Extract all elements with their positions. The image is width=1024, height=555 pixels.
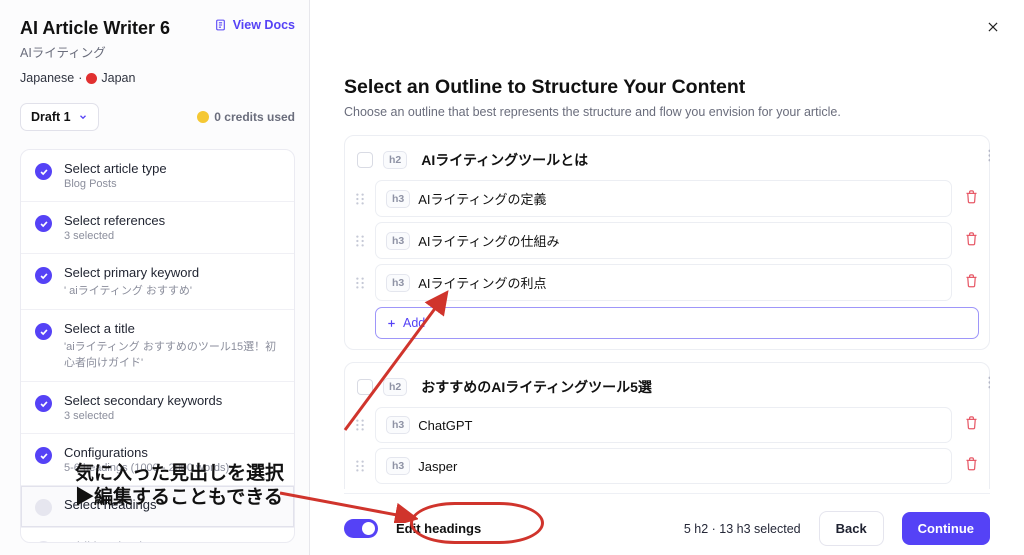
app-title: AI Article Writer 6 [20, 18, 170, 39]
coin-icon [197, 111, 209, 123]
h3-row[interactable]: h3 Jasper [375, 448, 952, 484]
locale-separator: · [78, 71, 82, 85]
h3-heading: ChatGPT [418, 418, 472, 433]
step-title: Additional enhancements [64, 539, 210, 543]
h3-row[interactable]: h3 AIライティングの仕組み [375, 222, 952, 259]
credits-label: 0 credits used [214, 110, 295, 124]
step-title: Select secondary keywords [64, 393, 222, 408]
step-2[interactable]: Select primary keyword ' aiライティング おすすめ' [21, 254, 294, 310]
step-done-icon [35, 395, 52, 412]
sidebar: AI Article Writer 6 AIライティング Japanese · … [0, 0, 310, 555]
step-subtitle: 'aiライティング おすすめのツール15選！初心者向けガイド' [64, 338, 280, 370]
outline-card: h2おすすめのAIライティングツール5選h3ChatGPTh3Jasperh3R… [344, 362, 990, 489]
step-6[interactable]: Select headings [21, 486, 294, 528]
h2-checkbox[interactable] [357, 379, 373, 395]
h2-heading[interactable]: おすすめのAIライティングツール5選 [421, 377, 652, 397]
step-done-icon [35, 215, 52, 232]
h3-tag: h3 [386, 232, 410, 250]
step-subtitle: 3 selected [64, 410, 222, 422]
step-pending-icon [35, 499, 52, 516]
add-heading-button[interactable]: Add [375, 307, 979, 339]
outline-list: h2 AIライティングツールとは h3 AIライティングの定義 h3 AIライティングの仕… [344, 135, 990, 489]
drag-handle-icon[interactable] [985, 375, 990, 395]
step-title: Select a title [64, 321, 280, 336]
view-docs-link[interactable]: View Docs [214, 18, 295, 32]
japan-flag-icon [86, 73, 97, 84]
step-5[interactable]: Configurations 5-6 headings (1000 - 2000 … [21, 434, 294, 486]
step-3[interactable]: Select a title 'aiライティング おすすめのツール15選！初心者向… [21, 310, 294, 382]
drag-handle-icon[interactable] [355, 276, 367, 290]
outline-card: h2 AIライティングツールとは h3 AIライティングの定義 h3 AIライティングの仕… [344, 135, 990, 350]
step-4[interactable]: Select secondary keywords 3 selected [21, 382, 294, 434]
h3-heading: AIライティングの利点 [418, 273, 546, 292]
edit-headings-label: Edit headings [396, 521, 481, 536]
h3-tag: h3 [386, 190, 410, 208]
chevron-down-icon [78, 112, 88, 122]
delete-heading-button[interactable] [964, 231, 979, 251]
step-subtitle: Blog Posts [64, 178, 167, 190]
language-label: Japanese [20, 71, 74, 85]
step-pending-icon [35, 541, 52, 543]
locale-row: Japanese · Japan [20, 71, 170, 85]
step-0[interactable]: Select article type Blog Posts [21, 150, 294, 202]
step-done-icon [35, 323, 52, 340]
step-title: Select headings [64, 497, 157, 512]
drag-handle-icon[interactable] [985, 148, 990, 168]
step-title: Configurations [64, 445, 229, 460]
h3-row[interactable]: h3 ChatGPT [375, 407, 952, 443]
selection-counter: 5 h2 · 13 h3 selected [684, 522, 801, 536]
delete-heading-button[interactable] [964, 415, 979, 435]
main-panel: Select an Outline to Structure Your Cont… [310, 0, 1024, 555]
delete-heading-button[interactable] [964, 273, 979, 293]
close-icon [986, 20, 1000, 34]
step-done-icon [35, 267, 52, 284]
h3-heading: AIライティングの仕組み [418, 231, 559, 250]
drag-handle-icon[interactable] [355, 459, 367, 473]
step-done-icon [35, 163, 52, 180]
view-docs-label: View Docs [233, 18, 295, 32]
plus-icon [386, 318, 397, 329]
step-subtitle: 3 selected [64, 230, 165, 242]
drag-handle-icon[interactable] [355, 418, 367, 432]
step-done-icon [35, 447, 52, 464]
step-title: Select references [64, 213, 165, 228]
footer-bar: Edit headings 5 h2 · 13 h3 selected Back… [344, 493, 990, 555]
back-button[interactable]: Back [819, 511, 884, 546]
h3-tag: h3 [386, 416, 410, 434]
continue-button[interactable]: Continue [902, 512, 990, 545]
h3-heading: Jasper [418, 459, 457, 474]
draft-selector[interactable]: Draft 1 [20, 103, 99, 131]
h2-checkbox[interactable] [357, 152, 373, 168]
h3-tag: h3 [386, 274, 410, 292]
app-subtitle: AIライティング [20, 42, 170, 61]
drag-handle-icon[interactable] [355, 234, 367, 248]
delete-heading-button[interactable] [964, 189, 979, 209]
delete-heading-button[interactable] [964, 456, 979, 476]
steps-list: Select article type Blog Posts Select refe… [20, 149, 295, 543]
step-title: Select primary keyword [64, 265, 199, 280]
h3-row[interactable]: h3 AIライティングの利点 [375, 264, 952, 301]
h3-heading: AIライティングの定義 [418, 189, 546, 208]
add-heading-label: Add [403, 316, 425, 330]
country-label: Japan [101, 71, 135, 85]
edit-headings-toggle[interactable] [344, 519, 378, 538]
close-button[interactable] [986, 20, 1000, 39]
page-subtitle: Choose an outline that best represents t… [344, 105, 990, 119]
h2-tag: h2 [383, 378, 407, 396]
page-title: Select an Outline to Structure Your Cont… [344, 76, 990, 99]
step-1[interactable]: Select references 3 selected [21, 202, 294, 254]
step-subtitle: 5-6 headings (1000 - 2000 words) [64, 462, 229, 474]
h2-tag: h2 [383, 151, 407, 169]
step-7[interactable]: Additional enhancements [21, 528, 294, 543]
step-subtitle: ' aiライティング おすすめ' [64, 282, 199, 298]
draft-label: Draft 1 [31, 110, 71, 124]
step-title: Select article type [64, 161, 167, 176]
h3-row[interactable]: h3 AIライティングの定義 [375, 180, 952, 217]
drag-handle-icon[interactable] [355, 192, 367, 206]
h2-heading[interactable]: AIライティングツールとは [421, 150, 588, 170]
doc-icon [214, 18, 227, 32]
credits-counter: 0 credits used [197, 110, 295, 124]
h3-tag: h3 [386, 457, 410, 475]
